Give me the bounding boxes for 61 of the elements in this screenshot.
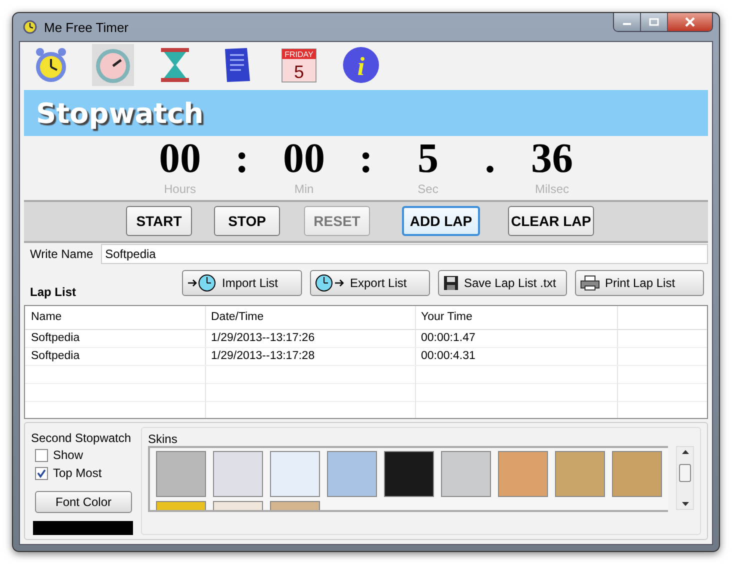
skin-swatch[interactable] <box>327 451 377 498</box>
scrollbar[interactable] <box>676 446 694 510</box>
lap-list-button[interactable]: Import List <box>182 270 302 296</box>
group-title: Skins <box>148 432 178 446</box>
checkbox[interactable] <box>35 448 48 462</box>
skin-swatch[interactable] <box>213 451 263 498</box>
skin-swatch[interactable] <box>441 451 491 498</box>
column-header: Date/Time <box>210 310 265 326</box>
timer-digits: 36 <box>531 136 573 182</box>
skin-swatch[interactable] <box>156 451 206 498</box>
timer-digits: 5 <box>418 136 438 182</box>
start-button[interactable]: START <box>126 206 192 236</box>
timer-unit-label: Sec <box>418 182 438 196</box>
skin-swatch[interactable] <box>270 451 320 498</box>
timer-separator: : <box>359 136 373 182</box>
name-label: Write Name <box>30 247 94 262</box>
close-icon <box>684 17 696 27</box>
printer-icon <box>580 275 600 292</box>
stop-button[interactable]: STOP <box>214 206 280 236</box>
maximize-button[interactable] <box>641 13 668 31</box>
maximize-icon <box>649 18 659 26</box>
minimize-button[interactable] <box>614 13 641 31</box>
add-lap-button[interactable]: ADD LAP <box>402 206 480 236</box>
checkbox-label: Show <box>53 448 84 462</box>
timer-unit-label: Milsec <box>534 182 569 196</box>
timer-separator: : <box>235 136 249 182</box>
timer-digits: 00 <box>283 136 325 182</box>
column-header: Your Time <box>420 310 474 326</box>
timer-unit-label: Hours <box>164 182 196 196</box>
banner-title: Stopwatch <box>36 96 204 130</box>
lap-list-button[interactable]: Export List <box>310 270 430 296</box>
timer-digits: 00 <box>159 136 201 182</box>
timer-separator: . <box>484 136 496 182</box>
stopwatch-icon[interactable] <box>92 44 134 86</box>
column-header: Name <box>30 310 63 326</box>
lap-list-button[interactable]: Print Lap List <box>575 270 704 296</box>
table-cell-text: Softpedia <box>30 349 81 364</box>
checkbox[interactable] <box>35 466 48 480</box>
table-cell-text: 00:00:4.31 <box>420 349 476 364</box>
font-color-button[interactable]: Font Color <box>35 491 132 514</box>
lap-list-title: Lap List <box>30 284 78 301</box>
clock-arrow-icon <box>315 274 345 292</box>
lap-list-button[interactable]: Save Lap List .txt <box>438 270 567 296</box>
clock-arrow-icon <box>187 274 217 292</box>
window-title: Me Free Timer <box>44 20 129 34</box>
clear-lap-button[interactable]: CLEAR LAP <box>508 206 594 236</box>
skin-swatch[interactable] <box>555 451 605 498</box>
skin-swatch[interactable] <box>612 451 662 498</box>
table-cell-text: Softpedia <box>30 331 81 346</box>
skin-swatch[interactable] <box>384 451 434 498</box>
stopwatch-icon <box>22 18 38 36</box>
scroll-thumb[interactable] <box>679 464 691 482</box>
checkbox-label: Top Most <box>53 466 102 480</box>
timer-unit-label: Min <box>294 182 314 196</box>
table-cell-text: 1/29/2013--13:17:26 <box>210 331 316 346</box>
table-cell-text: 00:00:1.47 <box>420 331 476 346</box>
close-button[interactable] <box>668 13 712 31</box>
name-field[interactable]: Softpedia <box>101 244 708 264</box>
group-title: Second Stopwatch <box>31 431 132 446</box>
skin-swatch[interactable] <box>498 451 548 498</box>
table-cell-text: 1/29/2013--13:17:28 <box>210 349 316 364</box>
